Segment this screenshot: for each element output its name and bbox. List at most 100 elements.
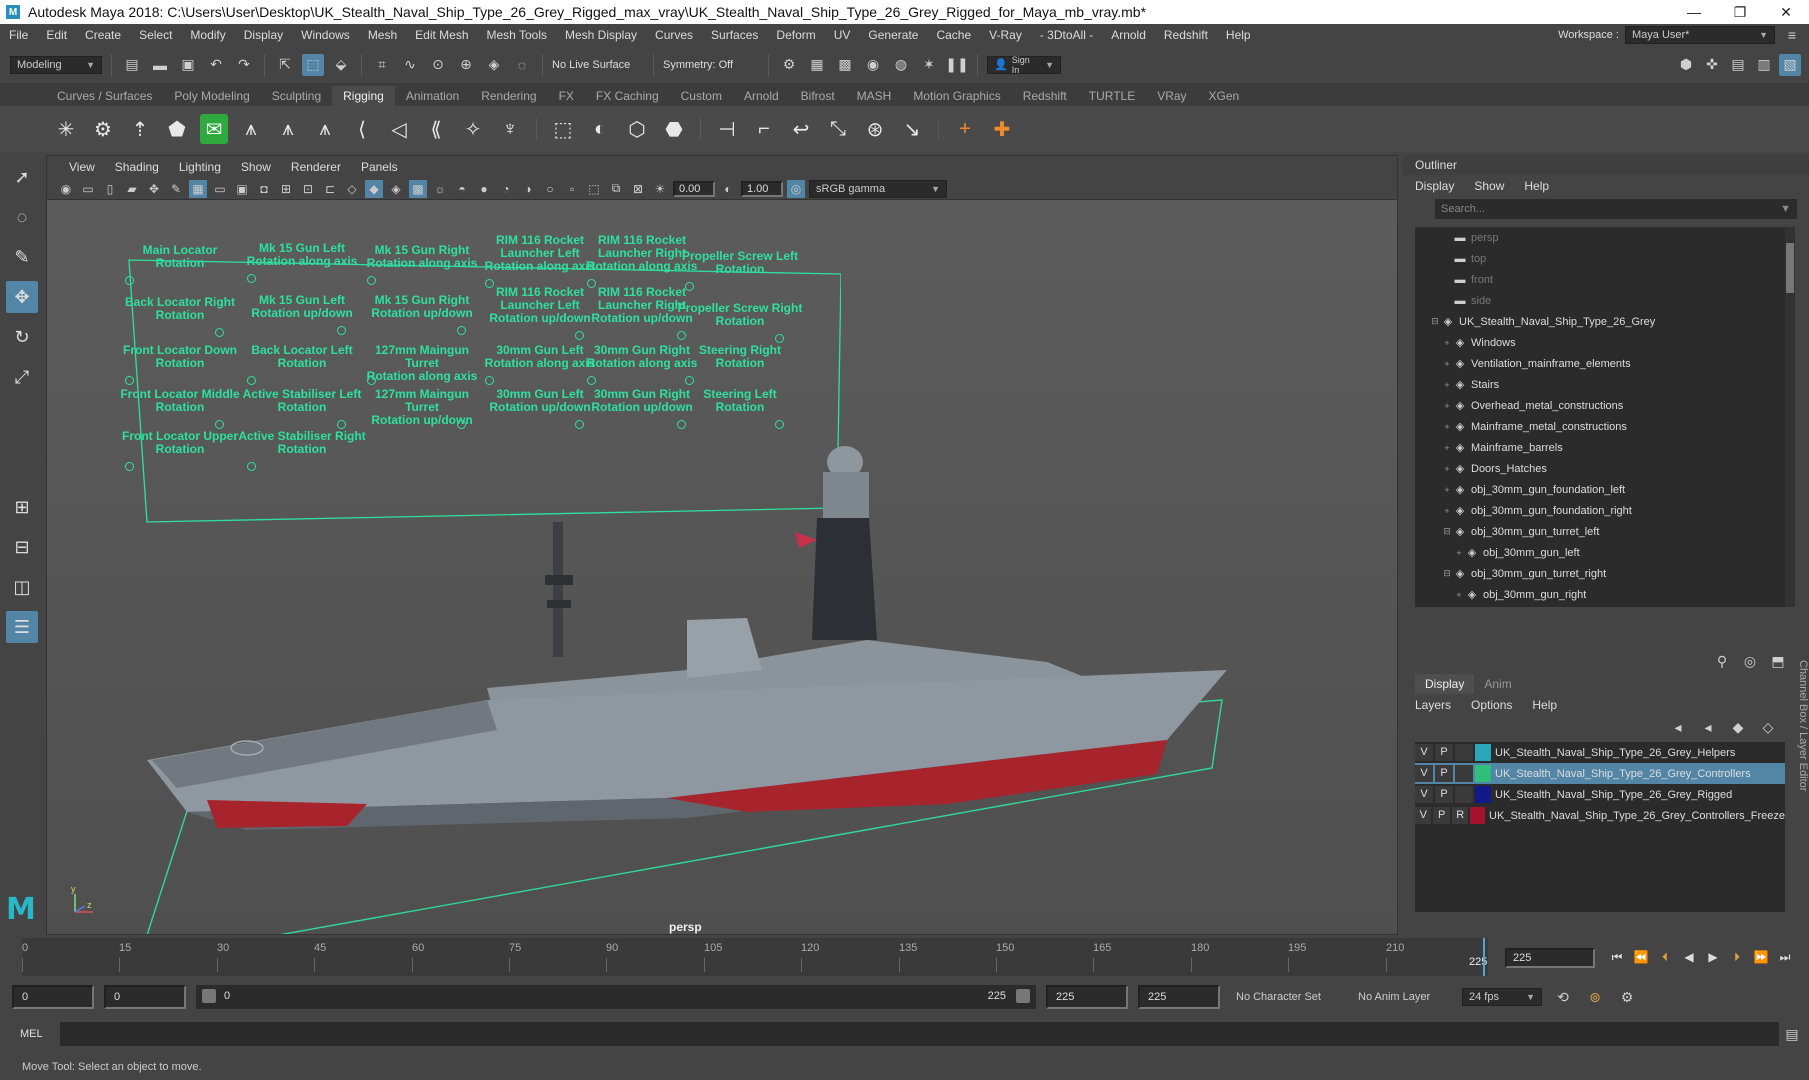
- outliner-row[interactable]: ⊟ ◈ obj_30mm_gun_turret_right: [1415, 563, 1795, 584]
- scale-constraint-icon[interactable]: ⤡: [824, 114, 852, 144]
- outliner-row[interactable]: + ◈ Windows: [1415, 332, 1795, 353]
- snap-view-plane-icon[interactable]: ◈: [483, 54, 505, 76]
- shelf-tab[interactable]: Motion Graphics: [902, 86, 1011, 106]
- shelf-tab[interactable]: Curves / Surfaces: [46, 86, 163, 106]
- four-view-icon[interactable]: ⊟: [6, 531, 38, 563]
- create-locator-icon[interactable]: ✚: [988, 114, 1016, 144]
- panel-menu-item[interactable]: Show: [231, 160, 281, 174]
- layer-color-swatch[interactable]: [1475, 786, 1491, 803]
- outliner-scrollbar[interactable]: [1785, 227, 1795, 607]
- expand-toggle-icon[interactable]: ⊟: [1441, 568, 1453, 579]
- layer-editor-toggle-icon[interactable]: ◎: [1739, 650, 1761, 672]
- character-controls-icon[interactable]: ✜: [1701, 54, 1723, 76]
- channel-box-toggle-icon[interactable]: ⚲: [1711, 650, 1733, 672]
- blend-shape-icon[interactable]: ⬣: [660, 114, 688, 144]
- textured-icon[interactable]: ▩: [409, 179, 427, 198]
- shelf-tab[interactable]: Sculpting: [261, 86, 332, 106]
- layer-tab[interactable]: Display: [1415, 674, 1475, 694]
- shelf-tab[interactable]: Arnold: [733, 86, 790, 106]
- menu-item[interactable]: Display: [235, 28, 292, 42]
- shelf-tab[interactable]: Custom: [670, 86, 733, 106]
- scrollbar-thumb[interactable]: [1786, 243, 1794, 293]
- menu-item[interactable]: V-Ray: [980, 28, 1031, 42]
- snap-curve-icon[interactable]: ∿: [399, 54, 421, 76]
- layer-color-swatch[interactable]: [1470, 807, 1486, 824]
- menu-item[interactable]: Mesh Display: [556, 28, 646, 42]
- layer-color-swatch[interactable]: [1475, 744, 1491, 761]
- render-view-icon[interactable]: ◉: [862, 54, 884, 76]
- go-to-start-icon[interactable]: ⏮: [1608, 948, 1626, 966]
- range-end-handle[interactable]: [1016, 989, 1030, 1003]
- outliner-search[interactable]: Search... ▼: [1435, 199, 1797, 219]
- expand-toggle-icon[interactable]: ⊟: [1441, 526, 1453, 537]
- anim-layer-dropdown[interactable]: No Anim Layer: [1352, 988, 1452, 1006]
- ship-model[interactable]: [47, 200, 1397, 934]
- visibility-toggle[interactable]: V: [1415, 807, 1432, 824]
- rotate-tool-icon[interactable]: ↻: [6, 321, 38, 353]
- end-frame-field[interactable]: [1138, 985, 1220, 1009]
- outliner-row[interactable]: +◈Mk_15_foundation_left: [1415, 605, 1795, 607]
- isolate-select-icon[interactable]: ▫: [563, 180, 581, 198]
- render-settings-icon[interactable]: ⚙: [778, 54, 800, 76]
- outliner-row[interactable]: + ◈ Doors_Hatches: [1415, 458, 1795, 479]
- step-back-frame-icon[interactable]: ⏴: [1656, 948, 1674, 966]
- outliner-menu-item[interactable]: Show: [1474, 179, 1504, 193]
- parent-constraint-icon[interactable]: ⊣: [713, 114, 741, 144]
- outliner-row[interactable]: + ◈ obj_30mm_gun_left: [1415, 542, 1795, 563]
- xray-icon[interactable]: ⬚: [585, 180, 603, 198]
- outliner-row[interactable]: ⊟ ◈ UK_Stealth_Naval_Ship_Type_26_Grey: [1415, 311, 1795, 332]
- hik-icon-2[interactable]: ⩚: [274, 114, 302, 144]
- shelf-tab[interactable]: VRay: [1146, 86, 1197, 106]
- select-tool-icon[interactable]: ➚: [6, 161, 38, 193]
- workspace-lock-icon[interactable]: ≡: [1781, 24, 1803, 46]
- expand-toggle-icon[interactable]: +: [1441, 464, 1453, 474]
- xray-joints-icon[interactable]: ⧉: [607, 180, 625, 198]
- command-input[interactable]: [60, 1022, 1779, 1046]
- xray-components-icon[interactable]: ⊠: [629, 180, 647, 198]
- expand-toggle-icon[interactable]: +: [1453, 548, 1465, 558]
- layer-tab[interactable]: Anim: [1474, 674, 1521, 694]
- lasso-tool-icon[interactable]: ◌: [6, 201, 38, 233]
- character-set-dropdown[interactable]: No Character Set: [1230, 988, 1342, 1006]
- camera-attributes-icon[interactable]: ▭: [79, 180, 97, 198]
- snap-point-icon[interactable]: ⊙: [427, 54, 449, 76]
- shelf-tab[interactable]: Redshift: [1012, 86, 1078, 106]
- aim-constraint-icon[interactable]: ◁: [385, 114, 413, 144]
- time-ruler[interactable]: 0 15 30 45 60 75 90 105 120 135 150 165 180 195 210 225: [22, 938, 1488, 976]
- step-back-key-icon[interactable]: ⏪: [1632, 948, 1650, 966]
- expand-toggle-icon[interactable]: ⊟: [1429, 316, 1441, 327]
- geometry-constraint-icon[interactable]: ⊛: [861, 114, 889, 144]
- ambient-occlusion-icon[interactable]: ●: [475, 180, 493, 198]
- ik-handle-icon[interactable]: ⚙: [89, 114, 117, 144]
- joint-tool-icon[interactable]: ✳: [52, 114, 80, 144]
- menu-item[interactable]: Redshift: [1155, 28, 1217, 42]
- new-scene-icon[interactable]: ▤: [121, 54, 143, 76]
- side-tab-channel-box[interactable]: Channel Box / Layer Editor: [1789, 650, 1809, 940]
- menu-item[interactable]: Modify: [181, 28, 234, 42]
- shelf-tab[interactable]: FX: [548, 86, 585, 106]
- insert-joint-icon[interactable]: ⇡: [126, 114, 154, 144]
- visibility-toggle[interactable]: V: [1415, 786, 1433, 803]
- menu-item[interactable]: Generate: [859, 28, 927, 42]
- hik-icon-3[interactable]: ⩚: [311, 114, 339, 144]
- gate-mask-icon[interactable]: ◘: [255, 180, 273, 198]
- grid-icon[interactable]: ▦: [189, 179, 207, 198]
- expand-toggle-icon[interactable]: +: [1441, 380, 1453, 390]
- field-chart-icon[interactable]: ⊞: [277, 180, 295, 198]
- panel-menu-item[interactable]: Renderer: [281, 160, 351, 174]
- outliner-row[interactable]: + ◈ obj_30mm_gun_foundation_left: [1415, 479, 1795, 500]
- expand-toggle-icon[interactable]: +: [1441, 401, 1453, 411]
- menu-item[interactable]: Arnold: [1102, 28, 1155, 42]
- outliner-row[interactable]: ▬ side: [1415, 290, 1795, 311]
- lights-icon[interactable]: ☼: [431, 180, 449, 198]
- layer-dock-icon[interactable]: ⬒: [1767, 650, 1789, 672]
- lattice-icon[interactable]: ⬚: [549, 114, 577, 144]
- outliner-row[interactable]: ⊟ ◈ obj_30mm_gun_turret_left: [1415, 521, 1795, 542]
- outliner-row[interactable]: + ◈ Mainframe_barrels: [1415, 437, 1795, 458]
- new-layer-selected-icon[interactable]: ◇: [1757, 716, 1779, 738]
- exposure-icon[interactable]: ☀: [651, 180, 669, 198]
- undo-icon[interactable]: ↶: [205, 54, 227, 76]
- layer-row[interactable]: V P UK_Stealth_Naval_Ship_Type_26_Grey_Rig…: [1415, 784, 1785, 805]
- layer-row[interactable]: V P UK_Stealth_Naval_Ship_Type_26_Grey_Hel…: [1415, 742, 1785, 763]
- shelf-tab[interactable]: Poly Modeling: [163, 86, 260, 106]
